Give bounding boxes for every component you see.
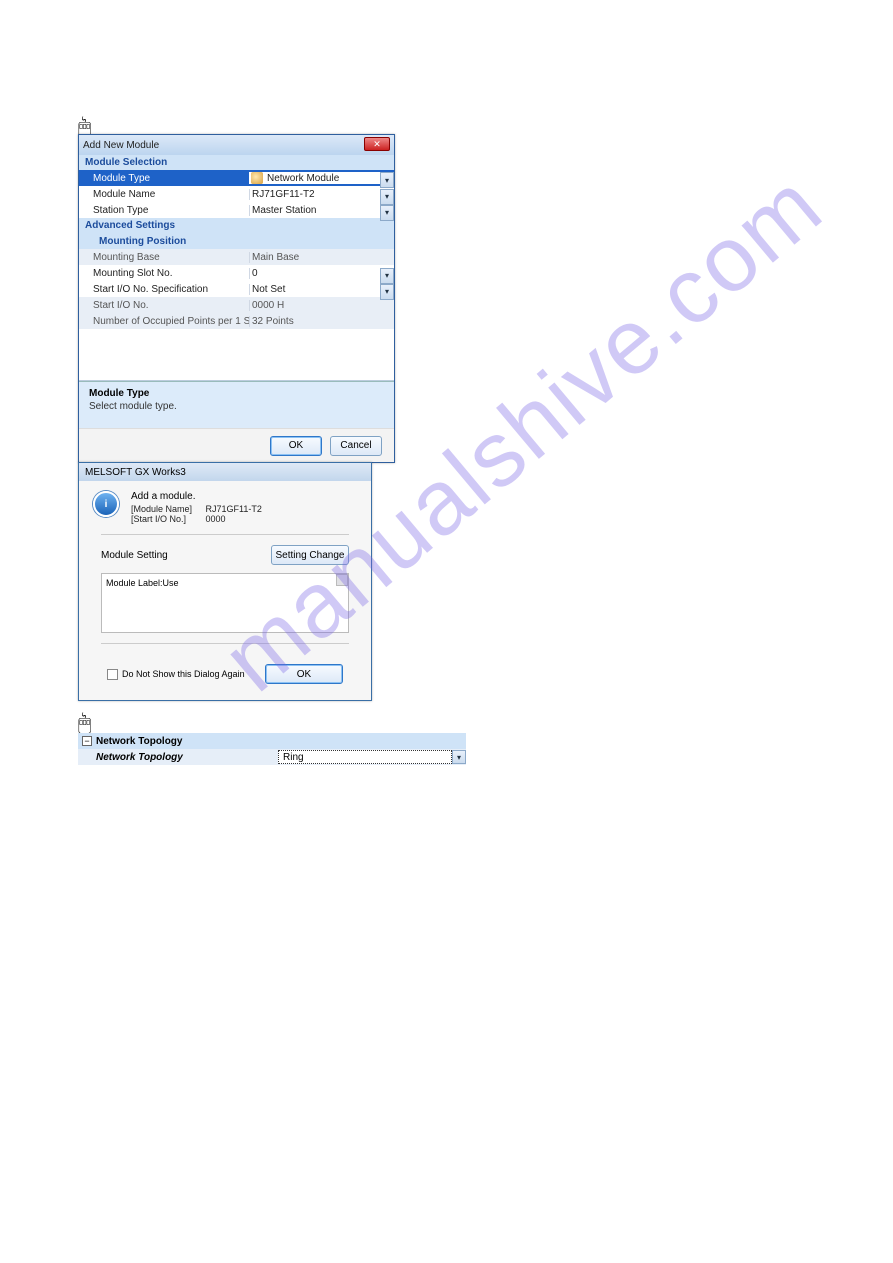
label-mounting-base: Mounting Base: [79, 252, 249, 263]
help-title: Module Type: [89, 388, 384, 399]
do-not-show-checkbox[interactable]: Do Not Show this Dialog Again: [107, 669, 245, 680]
divider: [101, 643, 349, 644]
close-icon[interactable]: [364, 137, 390, 151]
info-message: Add a module.: [93, 491, 357, 502]
dialog-footer: OK Cancel: [79, 428, 394, 462]
row-module-name[interactable]: Module Name RJ71GF11-T2: [79, 186, 394, 202]
dialog-titlebar: MELSOFT GX Works3: [79, 463, 371, 481]
row-station-type[interactable]: Station Type Master Station: [79, 202, 394, 218]
melsoft-dialog: MELSOFT GX Works3 i Add a module. [Modul…: [78, 462, 372, 701]
section-advanced-settings: Advanced Settings: [79, 218, 394, 233]
help-text: Select module type.: [89, 401, 384, 412]
dialog-footer: Do Not Show this Dialog Again OK: [93, 654, 357, 688]
value-module-type[interactable]: Network Module: [249, 172, 394, 184]
value-num-occupied: 32 Points: [249, 316, 394, 327]
collapse-icon[interactable]: −: [82, 736, 92, 746]
cancel-button[interactable]: Cancel: [330, 436, 382, 456]
dialog-body: Module Selection Module Type Network Mod…: [79, 155, 394, 382]
label-station-type: Station Type: [79, 205, 249, 216]
ok-button[interactable]: OK: [270, 436, 322, 456]
label-module-name: Module Name: [79, 189, 249, 200]
scroll-thumb[interactable]: [336, 574, 348, 586]
chevron-down-icon[interactable]: [452, 750, 466, 764]
label-mounting-slot: Mounting Slot No.: [79, 268, 249, 279]
blank-area: [79, 329, 394, 381]
label-num-occupied: Number of Occupied Points per 1 Slot: [79, 316, 249, 327]
module-type-icon: [251, 172, 263, 184]
row-mounting-base: Mounting Base Main Base: [79, 249, 394, 265]
value-station-type[interactable]: Master Station: [249, 205, 394, 216]
row-network-topology[interactable]: Network Topology Ring: [78, 749, 466, 765]
divider: [101, 534, 349, 535]
chevron-down-icon[interactable]: [380, 189, 394, 205]
info-details: [Module Name] RJ71GF11-T2 [Start I/O No.…: [93, 504, 357, 524]
info-icon: i: [93, 491, 119, 517]
module-setting-textarea[interactable]: Module Label:Use: [101, 573, 349, 633]
value-module-name[interactable]: RJ71GF11-T2: [249, 189, 394, 200]
detail-start-io: [Start I/O No.] 0000: [117, 514, 357, 524]
help-panel: Module Type Select module type.: [79, 382, 394, 428]
value-start-io-spec[interactable]: Not Set: [249, 284, 394, 295]
setting-change-button[interactable]: Setting Change: [271, 545, 349, 565]
row-num-occupied: Number of Occupied Points per 1 Slot 32 …: [79, 313, 394, 329]
group-title: Network Topology: [96, 736, 182, 747]
module-label-use: Module Label:Use: [106, 578, 179, 588]
checkbox-box[interactable]: [107, 669, 118, 680]
row-start-io-spec[interactable]: Start I/O No. Specification Not Set: [79, 281, 394, 297]
label-network-topology: Network Topology: [78, 752, 278, 763]
ok-button[interactable]: OK: [265, 664, 343, 684]
dialog-body: i Add a module. [Module Name] RJ71GF11-T…: [79, 481, 371, 700]
chevron-down-icon[interactable]: [380, 268, 394, 284]
chevron-down-icon[interactable]: [380, 284, 394, 300]
row-module-type[interactable]: Module Type Network Module: [79, 170, 394, 186]
dialog-title: Add New Module: [83, 140, 159, 151]
detail-module-name: [Module Name] RJ71GF11-T2: [117, 504, 357, 514]
section-module-selection: Module Selection: [79, 155, 394, 170]
chevron-down-icon[interactable]: [380, 172, 394, 188]
row-start-io: Start I/O No. 0000 H: [79, 297, 394, 313]
chevron-down-icon[interactable]: [380, 205, 394, 221]
dialog-title: MELSOFT GX Works3: [85, 467, 186, 478]
value-mounting-base: Main Base: [249, 252, 394, 263]
label-module-type: Module Type: [79, 173, 249, 184]
group-header[interactable]: − Network Topology: [78, 733, 466, 749]
label-start-io: Start I/O No.: [79, 300, 249, 311]
value-mounting-slot[interactable]: 0: [249, 268, 394, 279]
value-network-topology[interactable]: Ring: [278, 750, 466, 764]
network-topology-grid: − Network Topology Network Topology Ring: [78, 733, 466, 765]
checkbox-label: Do Not Show this Dialog Again: [122, 669, 245, 679]
subsection-mounting-position: Mounting Position: [79, 233, 394, 249]
add-new-module-dialog: Add New Module Module Selection Module T…: [78, 134, 395, 463]
value-start-io: 0000 H: [249, 300, 394, 311]
row-mounting-slot[interactable]: Mounting Slot No. 0: [79, 265, 394, 281]
module-setting-row: Module Setting Setting Change: [93, 545, 357, 565]
module-setting-label: Module Setting: [101, 550, 168, 561]
label-start-io-spec: Start I/O No. Specification: [79, 284, 249, 295]
dialog-titlebar: Add New Module: [79, 135, 394, 155]
